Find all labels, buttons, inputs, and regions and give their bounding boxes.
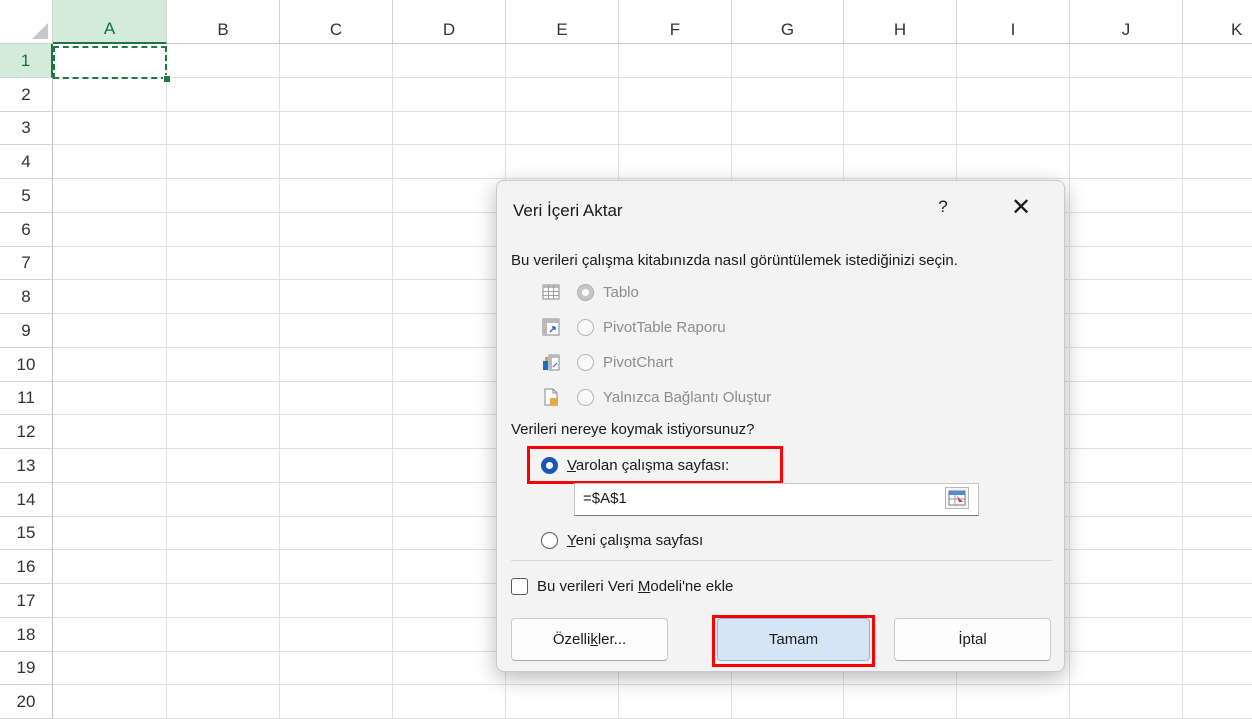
help-button[interactable]: ? — [933, 197, 953, 221]
connection-only-label: Yalnızca Bağlantı Oluştur — [603, 388, 772, 406]
existing-sheet-radio[interactable] — [541, 456, 558, 474]
fill-handle[interactable] — [163, 75, 171, 83]
column-header-a[interactable]: A — [53, 0, 167, 44]
column-header-k[interactable]: K — [1183, 0, 1252, 44]
row-header-20[interactable]: 20 — [0, 685, 53, 719]
column-header-i[interactable]: I — [957, 0, 1070, 44]
option-new-sheet[interactable]: Yeni çalışma sayfası — [541, 528, 703, 552]
pivotchart-label: PivotChart — [603, 353, 674, 371]
table-radio[interactable] — [577, 283, 594, 301]
data-model-checkbox[interactable] — [511, 577, 528, 595]
column-header-j[interactable]: J — [1070, 0, 1183, 44]
row-header-7[interactable]: 7 — [0, 247, 53, 280]
option-pivotchart[interactable]: PivotChart — [541, 350, 673, 374]
table-label: Tablo — [603, 283, 639, 301]
pivotchart-radio[interactable] — [577, 353, 594, 371]
new-sheet-radio[interactable] — [541, 531, 558, 549]
close-button[interactable]: ✕ — [1008, 194, 1034, 222]
data-model-label: Bu verileri Veri Modeli'ne ekle — [537, 577, 734, 595]
row-header-12[interactable]: 12 — [0, 415, 53, 449]
column-header-c[interactable]: C — [280, 0, 393, 44]
option-existing-sheet[interactable]: Varolan çalışma sayfası: — [541, 453, 729, 477]
row-header-14[interactable]: 14 — [0, 483, 53, 517]
row-header-13[interactable]: 13 — [0, 449, 53, 483]
option-connection-only[interactable]: Yalnızca Bağlantı Oluştur — [541, 385, 771, 409]
row-header-5[interactable]: 5 — [0, 179, 53, 213]
connection-only-radio[interactable] — [577, 388, 594, 406]
location-prompt: Verileri nereye koymak istiyorsunuz? — [511, 421, 755, 438]
column-header-g[interactable]: G — [732, 0, 844, 44]
row-gridline — [53, 684, 1252, 685]
row-header-10[interactable]: 10 — [0, 348, 53, 382]
pivottable-label: PivotTable Raporu — [603, 318, 726, 336]
row-header-19[interactable]: 19 — [0, 652, 53, 685]
row-header-18[interactable]: 18 — [0, 618, 53, 652]
row-header-15[interactable]: 15 — [0, 517, 53, 550]
row-gridline — [53, 144, 1252, 145]
cancel-button[interactable]: İptal — [894, 618, 1051, 661]
data-model-option[interactable]: Bu verileri Veri Modeli'ne ekle — [511, 574, 733, 598]
row-header-11[interactable]: 11 — [0, 382, 53, 415]
dialog-title: Veri İçeri Aktar — [513, 201, 623, 220]
option-pivottable[interactable]: PivotTable Raporu — [541, 315, 726, 339]
connection-only-icon — [541, 387, 561, 407]
view-prompt: Bu verileri çalışma kitabınızda nasıl gö… — [511, 252, 958, 269]
range-select-button[interactable] — [945, 487, 969, 509]
pivottable-icon — [541, 317, 561, 337]
pivottable-radio[interactable] — [577, 318, 594, 336]
table-icon — [541, 282, 561, 302]
row-header-3[interactable]: 3 — [0, 112, 53, 145]
row-header-9[interactable]: 9 — [0, 314, 53, 348]
select-all-triangle-icon — [32, 23, 48, 39]
row-header-8[interactable]: 8 — [0, 280, 53, 314]
column-header-b[interactable]: B — [167, 0, 280, 44]
column-header-h[interactable]: H — [844, 0, 957, 44]
row-gridline — [53, 178, 1252, 179]
row-header-6[interactable]: 6 — [0, 213, 53, 247]
row-header-4[interactable]: 4 — [0, 145, 53, 179]
row-header-2[interactable]: 2 — [0, 78, 53, 112]
row-header-1[interactable]: 1 — [0, 44, 53, 78]
row-gridline — [53, 111, 1252, 112]
column-header-d[interactable]: D — [393, 0, 506, 44]
pivotchart-icon — [541, 352, 561, 372]
new-sheet-label: Yeni çalışma sayfası — [567, 531, 704, 549]
row-header-17[interactable]: 17 — [0, 584, 53, 618]
collapse-dialog-icon — [948, 490, 966, 506]
separator — [511, 560, 1052, 561]
option-table[interactable]: Tablo — [541, 280, 639, 304]
reference-input[interactable]: =$A$1 — [574, 483, 979, 516]
properties-button[interactable]: Özelli k ler... — [511, 618, 668, 661]
column-header-e[interactable]: E — [506, 0, 619, 44]
row-header-16[interactable]: 16 — [0, 550, 53, 584]
row-gridline — [53, 77, 1252, 78]
selected-cell-a1[interactable] — [53, 46, 167, 79]
select-all-corner[interactable] — [0, 0, 53, 44]
import-data-dialog: Veri İçeri Aktar ? ✕ Bu verileri çalışma… — [496, 180, 1065, 672]
column-header-f[interactable]: F — [619, 0, 732, 44]
ok-button[interactable]: Tamam — [717, 618, 870, 661]
existing-sheet-label: Varolan çalışma sayfası: — [567, 456, 730, 474]
